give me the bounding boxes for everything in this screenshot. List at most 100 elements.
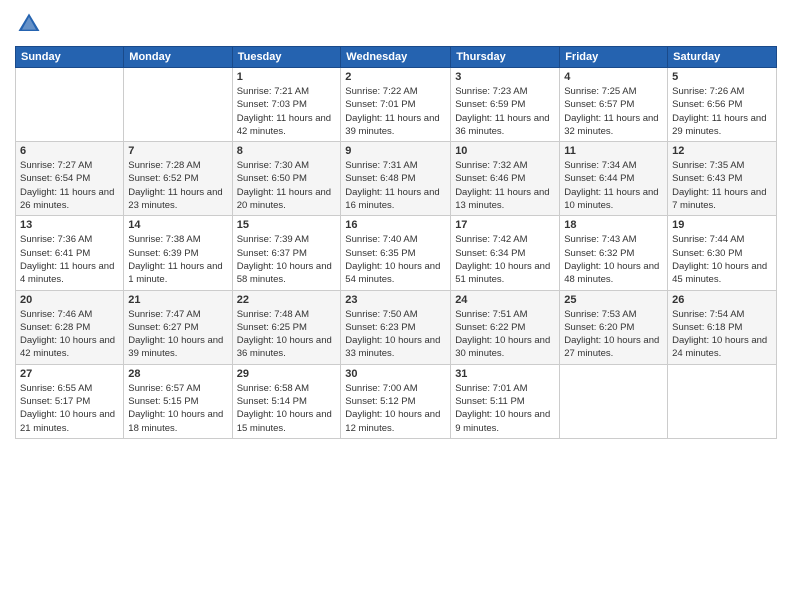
day-number: 21 [128,294,227,306]
calendar-cell: 4 Sunrise: 7:25 AMSunset: 6:57 PMDaylight… [560,68,668,142]
day-number: 1 [237,71,337,83]
day-detail: Sunrise: 7:51 AMSunset: 6:22 PMDaylight:… [455,308,555,361]
day-number: 8 [237,145,337,157]
logo [15,10,45,38]
day-number: 20 [20,294,119,306]
day-number: 7 [128,145,227,157]
calendar-cell: 21 Sunrise: 7:47 AMSunset: 6:27 PMDayligh… [124,290,232,364]
day-detail: Sunrise: 7:22 AMSunset: 7:01 PMDaylight:… [345,85,446,138]
day-number: 22 [237,294,337,306]
calendar-cell: 17 Sunrise: 7:42 AMSunset: 6:34 PMDayligh… [451,216,560,290]
calendar-cell: 14 Sunrise: 7:38 AMSunset: 6:39 PMDayligh… [124,216,232,290]
day-number: 27 [20,368,119,380]
day-detail: Sunrise: 7:25 AMSunset: 6:57 PMDaylight:… [564,85,663,138]
day-number: 25 [564,294,663,306]
day-number: 2 [345,71,446,83]
day-number: 5 [672,71,772,83]
calendar-week-1: 1 Sunrise: 7:21 AMSunset: 7:03 PMDaylight… [16,68,777,142]
day-number: 13 [20,219,119,231]
logo-icon [15,10,43,38]
calendar-cell: 13Sunrise: 7:36 AMSunset: 6:41 PMDayligh… [16,216,124,290]
day-detail: Sunrise: 7:28 AMSunset: 6:52 PMDaylight:… [128,159,227,212]
day-detail: Sunrise: 6:58 AMSunset: 5:14 PMDaylight:… [237,382,337,435]
day-detail: Sunrise: 7:01 AMSunset: 5:11 PMDaylight:… [455,382,555,435]
calendar-week-3: 13Sunrise: 7:36 AMSunset: 6:41 PMDayligh… [16,216,777,290]
day-number: 26 [672,294,772,306]
calendar-week-5: 27 Sunrise: 6:55 AMSunset: 5:17 PMDayligh… [16,364,777,438]
day-detail: Sunrise: 6:57 AMSunset: 5:15 PMDaylight:… [128,382,227,435]
day-number: 15 [237,219,337,231]
day-detail: Sunrise: 7:27 AMSunset: 6:54 PMDaylight:… [20,159,119,212]
calendar-cell: 23 Sunrise: 7:50 AMSunset: 6:23 PMDayligh… [341,290,451,364]
calendar-cell: 18Sunrise: 7:43 AMSunset: 6:32 PMDayligh… [560,216,668,290]
calendar-table: SundayMondayTuesdayWednesdayThursdayFrid… [15,46,777,439]
calendar-header-wednesday: Wednesday [341,47,451,68]
calendar-cell: 15 Sunrise: 7:39 AMSunset: 6:37 PMDayligh… [232,216,341,290]
day-number: 11 [564,145,663,157]
day-detail: Sunrise: 7:31 AMSunset: 6:48 PMDaylight:… [345,159,446,212]
day-number: 9 [345,145,446,157]
day-detail: Sunrise: 7:50 AMSunset: 6:23 PMDaylight:… [345,308,446,361]
day-detail: Sunrise: 6:55 AMSunset: 5:17 PMDaylight:… [20,382,119,435]
day-detail: Sunrise: 7:46 AMSunset: 6:28 PMDaylight:… [20,308,119,361]
calendar-header-monday: Monday [124,47,232,68]
day-detail: Sunrise: 7:30 AMSunset: 6:50 PMDaylight:… [237,159,337,212]
calendar-cell: 8 Sunrise: 7:30 AMSunset: 6:50 PMDaylight… [232,142,341,216]
day-detail: Sunrise: 7:34 AMSunset: 6:44 PMDaylight:… [564,159,663,212]
day-detail: Sunrise: 7:53 AMSunset: 6:20 PMDaylight:… [564,308,663,361]
calendar-cell: 20 Sunrise: 7:46 AMSunset: 6:28 PMDayligh… [16,290,124,364]
calendar-cell: 16 Sunrise: 7:40 AMSunset: 6:35 PMDayligh… [341,216,451,290]
calendar-header-friday: Friday [560,47,668,68]
day-detail: Sunrise: 7:40 AMSunset: 6:35 PMDaylight:… [345,233,446,286]
day-detail: Sunrise: 7:26 AMSunset: 6:56 PMDaylight:… [672,85,772,138]
day-detail: Sunrise: 7:47 AMSunset: 6:27 PMDaylight:… [128,308,227,361]
day-detail: Sunrise: 7:32 AMSunset: 6:46 PMDaylight:… [455,159,555,212]
day-detail: Sunrise: 7:21 AMSunset: 7:03 PMDaylight:… [237,85,337,138]
day-detail: Sunrise: 7:38 AMSunset: 6:39 PMDaylight:… [128,233,227,286]
calendar-header-saturday: Saturday [668,47,777,68]
day-detail: Sunrise: 7:00 AMSunset: 5:12 PMDaylight:… [345,382,446,435]
day-detail: Sunrise: 7:43 AMSunset: 6:32 PMDaylight:… [564,233,663,286]
calendar-week-4: 20 Sunrise: 7:46 AMSunset: 6:28 PMDayligh… [16,290,777,364]
day-detail: Sunrise: 7:48 AMSunset: 6:25 PMDaylight:… [237,308,337,361]
day-detail: Sunrise: 7:39 AMSunset: 6:37 PMDaylight:… [237,233,337,286]
day-number: 29 [237,368,337,380]
calendar-cell: 12 Sunrise: 7:35 AMSunset: 6:43 PMDayligh… [668,142,777,216]
calendar-header-row: SundayMondayTuesdayWednesdayThursdayFrid… [16,47,777,68]
calendar-cell: 31 Sunrise: 7:01 AMSunset: 5:11 PMDayligh… [451,364,560,438]
calendar-header-thursday: Thursday [451,47,560,68]
calendar-cell: 22 Sunrise: 7:48 AMSunset: 6:25 PMDayligh… [232,290,341,364]
day-number: 16 [345,219,446,231]
day-number: 14 [128,219,227,231]
day-number: 19 [672,219,772,231]
day-detail: Sunrise: 7:42 AMSunset: 6:34 PMDaylight:… [455,233,555,286]
calendar-cell [560,364,668,438]
day-number: 3 [455,71,555,83]
day-number: 31 [455,368,555,380]
calendar-cell: 19 Sunrise: 7:44 AMSunset: 6:30 PMDayligh… [668,216,777,290]
day-number: 4 [564,71,663,83]
day-number: 17 [455,219,555,231]
day-number: 23 [345,294,446,306]
day-detail: Sunrise: 7:44 AMSunset: 6:30 PMDaylight:… [672,233,772,286]
day-number: 6 [20,145,119,157]
calendar-cell: 1 Sunrise: 7:21 AMSunset: 7:03 PMDaylight… [232,68,341,142]
calendar-header-tuesday: Tuesday [232,47,341,68]
calendar-cell: 6 Sunrise: 7:27 AMSunset: 6:54 PMDaylight… [16,142,124,216]
calendar-cell [16,68,124,142]
calendar-cell: 28 Sunrise: 6:57 AMSunset: 5:15 PMDayligh… [124,364,232,438]
calendar-cell: 24Sunrise: 7:51 AMSunset: 6:22 PMDayligh… [451,290,560,364]
calendar-cell: 26Sunrise: 7:54 AMSunset: 6:18 PMDayligh… [668,290,777,364]
day-number: 30 [345,368,446,380]
page: SundayMondayTuesdayWednesdayThursdayFrid… [0,0,792,612]
day-detail: Sunrise: 7:23 AMSunset: 6:59 PMDaylight:… [455,85,555,138]
day-number: 28 [128,368,227,380]
calendar-cell: 2 Sunrise: 7:22 AMSunset: 7:01 PMDaylight… [341,68,451,142]
day-detail: Sunrise: 7:35 AMSunset: 6:43 PMDaylight:… [672,159,772,212]
calendar-cell: 27 Sunrise: 6:55 AMSunset: 5:17 PMDayligh… [16,364,124,438]
calendar-cell: 30 Sunrise: 7:00 AMSunset: 5:12 PMDayligh… [341,364,451,438]
calendar-cell: 7 Sunrise: 7:28 AMSunset: 6:52 PMDaylight… [124,142,232,216]
header [15,10,777,38]
calendar-cell [124,68,232,142]
day-number: 12 [672,145,772,157]
